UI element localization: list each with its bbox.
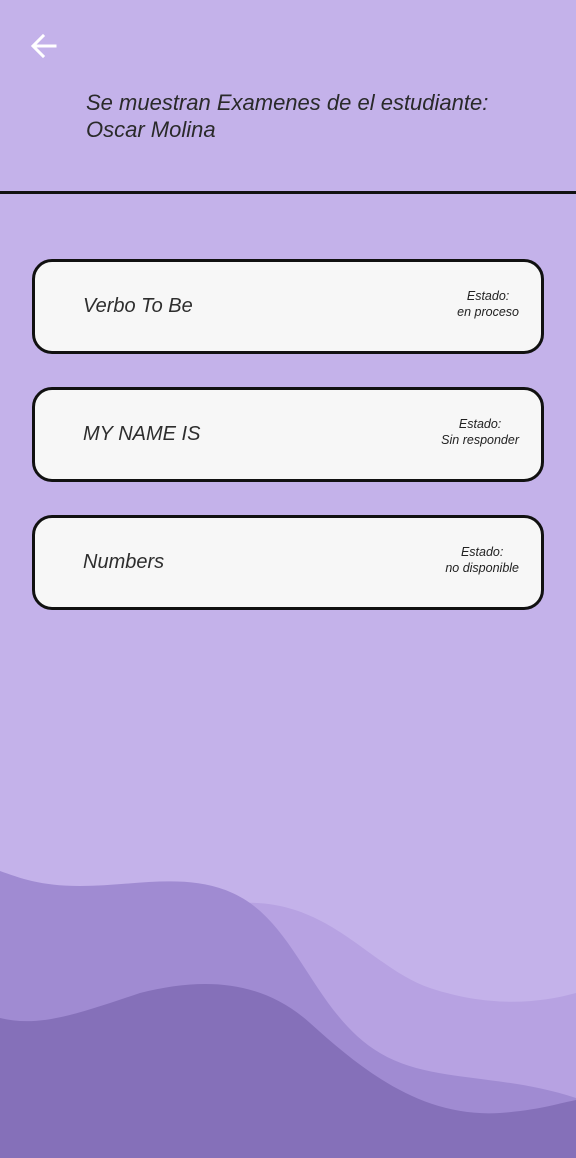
status-label: Estado: bbox=[460, 545, 504, 559]
back-button[interactable] bbox=[22, 24, 66, 68]
exam-name: MY NAME IS bbox=[83, 423, 201, 445]
exam-card[interactable]: Numbers Estado: no disponible bbox=[32, 515, 544, 610]
exam-card[interactable]: Verbo To Be Estado: en proceso bbox=[32, 259, 544, 354]
exam-status: Estado: Sin responder bbox=[441, 416, 519, 448]
status-label: Estado: bbox=[466, 289, 510, 303]
arrow-left-icon bbox=[30, 33, 57, 59]
decorative-waves bbox=[0, 871, 576, 1158]
status-label: Estado: bbox=[458, 417, 502, 431]
exam-list: Verbo To Be Estado: en proceso MY NAME I… bbox=[32, 259, 544, 643]
page-title: Se muestran Examenes de el estudiante: O… bbox=[86, 90, 489, 142]
exam-card[interactable]: MY NAME IS Estado: Sin responder bbox=[32, 387, 544, 482]
exam-name: Numbers bbox=[83, 551, 165, 573]
status-value: Sin responder bbox=[441, 433, 519, 447]
status-value: no disponible bbox=[445, 561, 519, 575]
app-bar: Se muestran Examenes de el estudiante: O… bbox=[0, 0, 576, 194]
exam-name: Verbo To Be bbox=[83, 295, 193, 317]
status-value: en proceso bbox=[457, 305, 519, 319]
exam-status: Estado: en proceso bbox=[457, 288, 519, 320]
exam-status: Estado: no disponible bbox=[445, 544, 519, 576]
